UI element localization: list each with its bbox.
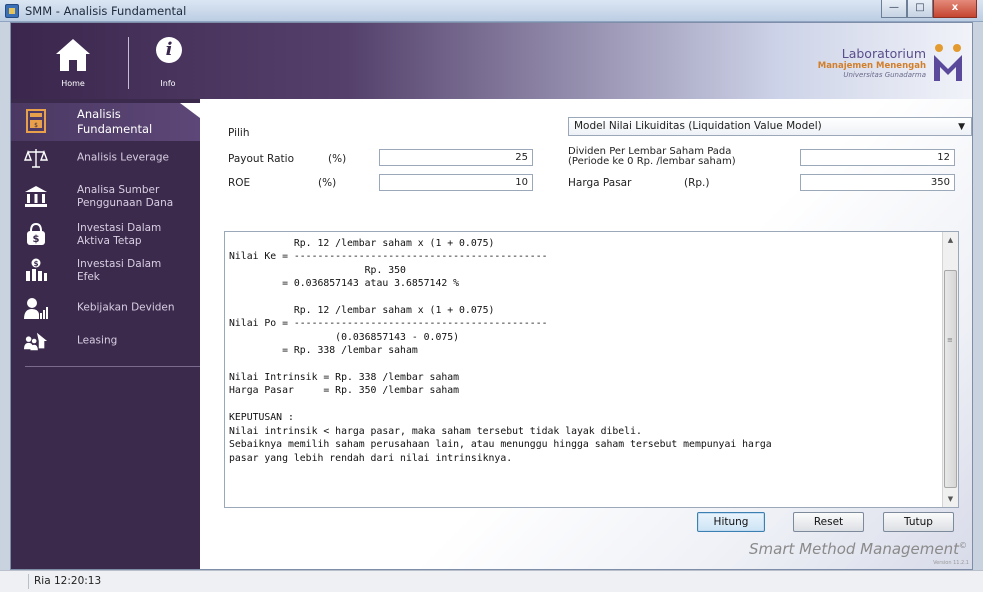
roe-label: ROE bbox=[228, 177, 251, 189]
sidebar-item-label: Fundamental bbox=[77, 122, 153, 136]
info-icon: i bbox=[156, 37, 182, 63]
sidebar-item-investasi-efek[interactable]: $ Investasi Dalam Efek bbox=[11, 252, 200, 290]
result-text: Rp. 12 /lembar saham x (1 + 0.075) Nilai… bbox=[229, 238, 772, 464]
sidebar-item-analisis-leverage[interactable]: Analisis Leverage bbox=[11, 140, 200, 176]
svg-text:$: $ bbox=[33, 234, 40, 245]
sidebar-item-label: Aktiva Tetap bbox=[77, 235, 142, 247]
dividen-label: Dividen Per Lembar Saham Pada (Periode k… bbox=[568, 147, 736, 167]
payout-ratio-unit: (%) bbox=[328, 153, 347, 165]
sidebar-item-label: Analisis bbox=[77, 107, 121, 121]
lab-logo-icon bbox=[934, 44, 962, 81]
money-bag-icon: $ bbox=[27, 222, 45, 245]
sidebar-item-analisa-sumber[interactable]: Analisa Sumber Penggunaan Dana bbox=[11, 178, 200, 216]
sidebar-item-label: Efek bbox=[77, 271, 100, 283]
sidebar-item-label: Kebijakan Deviden bbox=[77, 301, 175, 314]
tutup-button[interactable]: Tutup bbox=[883, 512, 954, 532]
sidebar-item-kebijakan-deviden[interactable]: Kebijakan Deviden bbox=[11, 290, 200, 326]
sidebar-item-label: Penggunaan Dana bbox=[77, 197, 174, 209]
svg-text:$: $ bbox=[34, 260, 39, 268]
sidebar-item-label: Analisa Sumber bbox=[77, 184, 160, 196]
close-button[interactable]: x bbox=[933, 0, 977, 18]
sidebar-divider bbox=[25, 366, 200, 367]
harga-pasar-unit: (Rp.) bbox=[684, 177, 710, 189]
svg-text:$: $ bbox=[34, 122, 38, 129]
model-select[interactable]: Model Nilai Likuiditas (Liquidation Valu… bbox=[568, 117, 972, 136]
dividen-label-line2: (Periode ke 0 Rp. /lembar saham) bbox=[568, 156, 736, 167]
payout-ratio-input[interactable]: 25 bbox=[379, 149, 533, 166]
sidebar-item-analisis-fundamental[interactable]: $ Analisis Fundamental bbox=[11, 103, 200, 141]
people-house-icon bbox=[24, 332, 48, 351]
investment-chart-icon: $ bbox=[26, 258, 47, 281]
sidebar-item-label: Investasi Dalam bbox=[77, 222, 162, 234]
hitung-button[interactable]: Hitung bbox=[697, 512, 765, 532]
header: Home i Info Laboratorium Manajemen Menen… bbox=[11, 23, 972, 99]
bank-icon bbox=[25, 186, 47, 207]
scrollbar-thumb[interactable] bbox=[944, 270, 957, 488]
user-chart-icon bbox=[24, 298, 48, 319]
window-controls: — □ x bbox=[881, 0, 977, 18]
lab-university: Universitas Gunadarma bbox=[843, 71, 926, 79]
info-label: Info bbox=[160, 79, 176, 88]
roe-input[interactable]: 10 bbox=[379, 174, 533, 191]
app-icon bbox=[5, 4, 19, 18]
chevron-down-icon: ▼ bbox=[958, 122, 965, 132]
version-label: Version 11.2.1 bbox=[933, 560, 969, 566]
sidebar: $ Analisis Fundamental Analisis Leverage… bbox=[11, 99, 200, 569]
result-textarea[interactable]: Rp. 12 /lembar saham x (1 + 0.075) Nilai… bbox=[224, 231, 959, 508]
sidebar-item-leasing[interactable]: Leasing bbox=[11, 323, 200, 359]
sidebar-item-label: Analisis Leverage bbox=[77, 151, 169, 164]
scroll-down-icon[interactable]: ▼ bbox=[943, 491, 958, 507]
pilih-label: Pilih bbox=[228, 127, 250, 139]
sidebar-item-label: Leasing bbox=[77, 334, 118, 347]
vertical-scrollbar[interactable]: ▲ ≡ ▼ bbox=[942, 232, 958, 507]
model-select-value: Model Nilai Likuiditas (Liquidation Valu… bbox=[574, 120, 822, 132]
smm-brand-text: Smart Method Management bbox=[749, 540, 959, 558]
sidebar-item-investasi-aktiva[interactable]: $ Investasi Dalam Aktiva Tetap bbox=[11, 216, 200, 254]
home-icon bbox=[56, 39, 90, 71]
window-title: SMM - Analisis Fundamental bbox=[25, 4, 187, 18]
info-button[interactable]: i Info bbox=[138, 33, 198, 93]
calculator-icon: $ bbox=[26, 109, 46, 133]
scroll-up-icon[interactable]: ▲ bbox=[943, 232, 958, 248]
home-label: Home bbox=[61, 79, 85, 88]
title-bar: SMM - Analisis Fundamental — □ x bbox=[0, 0, 983, 22]
header-divider bbox=[128, 37, 129, 89]
roe-unit: (%) bbox=[318, 177, 337, 189]
status-text: Ria 12:20:13 bbox=[34, 575, 102, 587]
dividen-input[interactable]: 12 bbox=[800, 149, 955, 166]
lab-subtitle: Manajemen Menengah bbox=[817, 61, 926, 71]
harga-pasar-label: Harga Pasar bbox=[568, 177, 632, 189]
harga-pasar-input[interactable]: 350 bbox=[800, 174, 955, 191]
scroll-grip-icon: ≡ bbox=[947, 336, 953, 344]
status-separator bbox=[28, 574, 29, 589]
balance-scale-icon bbox=[24, 149, 48, 168]
status-bar: Ria 12:20:13 bbox=[0, 570, 983, 592]
maximize-button[interactable]: □ bbox=[907, 0, 933, 18]
home-button[interactable]: Home bbox=[43, 33, 103, 93]
sidebar-item-label: Investasi Dalam bbox=[77, 258, 162, 270]
reset-button[interactable]: Reset bbox=[793, 512, 864, 532]
smm-brand: Smart Method Management© bbox=[749, 540, 967, 558]
lab-brand: Laboratorium Manajemen Menengah Universi… bbox=[818, 46, 926, 79]
lab-title: Laboratorium bbox=[841, 46, 926, 61]
minimize-button[interactable]: — bbox=[881, 0, 907, 18]
copyright-icon: © bbox=[959, 541, 967, 550]
payout-ratio-label: Payout Ratio bbox=[228, 153, 294, 165]
